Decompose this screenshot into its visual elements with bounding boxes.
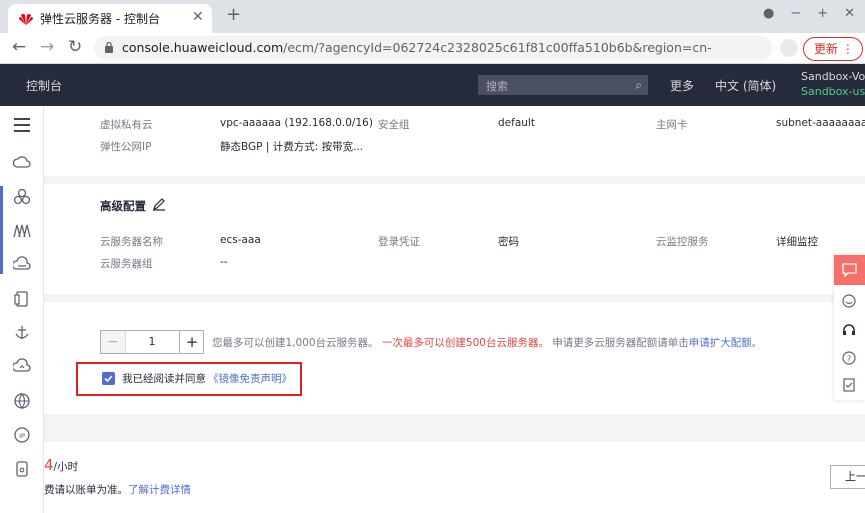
quantity-increase-button[interactable]: + (179, 331, 204, 353)
tab-search-icon[interactable]: ● (763, 6, 774, 21)
url-rest: /ecm/?agencyId=062724c2328025c61f81c00ff… (283, 40, 712, 55)
search-icon[interactable]: ⌕ (635, 78, 642, 93)
smile-icon[interactable] (842, 294, 856, 308)
reload-icon[interactable]: ↻ (68, 37, 82, 57)
eip-value: 静态BGP | 计费方式: 按带宽... (220, 141, 364, 153)
globe-icon[interactable] (13, 392, 31, 410)
console-home-link[interactable]: 控制台 (26, 77, 62, 94)
url-text: console.huaweicloud.com/ecm/?agencyId=06… (122, 40, 712, 55)
primary-nic-value: subnet-aaaaaaaaa (776, 117, 865, 129)
previous-step-button[interactable]: 上一 (830, 465, 865, 489)
agreement-highlight: 我已经阅读并同意 《镜像免责声明》 (76, 362, 302, 396)
advanced-config-card: 高级配置 云服务器名称 ecs-aaa 登录凭证 密码 云监控服务 详细监控 云… (44, 184, 865, 294)
agreement-checkbox[interactable] (102, 372, 115, 385)
security-group-value: default (498, 117, 535, 129)
cloud-monitor-value: 详细监控 (776, 236, 818, 248)
server-name-value: ecs-aaa (220, 234, 261, 246)
document-icon[interactable] (13, 290, 31, 308)
price-unit: /小时 (53, 461, 79, 473)
update-button[interactable]: 更新 ⋮ (803, 37, 863, 61)
quota-end-text: 。 (751, 337, 763, 349)
login-credential-value: 密码 (498, 236, 519, 248)
ip-icon[interactable]: IP (13, 426, 31, 444)
advanced-config-title: 高级配置 (100, 199, 146, 213)
price-value: 4 (44, 456, 54, 474)
tab-close-icon[interactable]: ✕ (192, 9, 204, 25)
console-search-input[interactable]: 搜索 ⌕ (478, 75, 648, 95)
browser-tab[interactable]: 弹性云服务器 - 控制台 ✕ (8, 4, 212, 33)
svg-text:IP: IP (19, 432, 25, 440)
svg-text:?: ? (847, 355, 851, 364)
quantity-input[interactable]: 1 (125, 331, 179, 353)
tab-title: 弹性云服务器 - 控制台 (40, 12, 160, 26)
server-group-value: -- (220, 256, 228, 268)
storage-cloud-icon[interactable] (13, 256, 31, 274)
price-display: 4/小时 (44, 456, 78, 474)
billing-details-link[interactable]: 了解计费详情 (128, 484, 191, 496)
vpc-value: vpc-aaaaaa (192.168.0.0/16) (220, 117, 373, 129)
cloud-backup-icon[interactable] (13, 358, 31, 376)
edit-icon[interactable] (152, 197, 166, 211)
cloud-service-icon[interactable] (13, 154, 31, 172)
previous-step-label: 上一 (845, 470, 865, 483)
device-icon[interactable] (13, 460, 31, 478)
minimize-icon[interactable]: − (790, 6, 801, 21)
primary-nic-label: 主网卡 (656, 119, 688, 131)
service-sidebar: IP (0, 106, 44, 513)
maximize-icon[interactable]: + (817, 6, 828, 21)
quota-increase-link[interactable]: 申请扩大配额 (689, 337, 752, 349)
console-header: 控制台 搜索 ⌕ 更多 中文 (简体) Sandbox-Voy Sandbox-… (0, 64, 865, 106)
cloud-monitor-label: 云监控服务 (656, 236, 709, 248)
main-content: 虚拟私有云 vpc-aaaaaa (192.168.0.0/16) 安全组 de… (44, 106, 865, 513)
menu-icon[interactable] (13, 116, 31, 134)
language-selector[interactable]: 中文 (简体) (715, 77, 776, 94)
quantity-stepper: − 1 + (100, 330, 204, 354)
quota-apply-text: 申请更多云服务器配额请单击 (552, 337, 689, 349)
quota-total-text: 您最多可以创建1,000台云服务器。 (212, 337, 379, 349)
update-button-label: 更新 (814, 42, 839, 56)
vpc-label: 虚拟私有云 (100, 119, 153, 131)
cluster-icon[interactable] (13, 188, 31, 206)
checklist-icon[interactable] (842, 378, 856, 392)
server-name-label: 云服务器名称 (100, 236, 163, 248)
address-bar[interactable]: console.huaweicloud.com/ecm/?agencyId=06… (94, 36, 855, 60)
window-controls: ● − + ✕ (763, 6, 855, 21)
price-note-text: 费请以账单为准。 (44, 484, 128, 496)
anchor-icon[interactable] (13, 324, 31, 342)
agreement-label[interactable]: 我已经阅读并同意 (122, 371, 206, 386)
user-name[interactable]: Sandbox-Voy (801, 70, 865, 83)
sidebar-active-indicator (0, 186, 3, 274)
help-icon[interactable]: ? (842, 351, 856, 365)
price-note: 费请以账单为准。了解计费详情 (44, 482, 191, 497)
profile-avatar-icon[interactable] (780, 39, 798, 57)
more-menu[interactable]: 更多 (670, 77, 694, 94)
floating-toolbar: ? (834, 255, 865, 400)
image-disclaimer-link[interactable]: 《镜像免责声明》 (208, 371, 292, 386)
price-footer: 4/小时 费请以账单为准。了解计费详情 上一 (44, 442, 865, 513)
user-subaccount[interactable]: Sandbox-use (801, 85, 865, 98)
back-icon[interactable]: ← (12, 37, 26, 57)
quota-batch-text: 一次最多可以创建500台云服务器。 (381, 337, 549, 349)
quantity-decrease-button[interactable]: − (101, 331, 126, 353)
eip-label: 弹性公网IP (100, 141, 152, 153)
feedback-button[interactable] (834, 255, 865, 285)
server-group-label: 云服务器组 (100, 258, 153, 270)
network-config-card: 虚拟私有云 vpc-aaaaaa (192.168.0.0/16) 安全组 de… (44, 106, 865, 176)
window-close-icon[interactable]: ✕ (844, 6, 855, 21)
support-headset-icon[interactable] (842, 323, 856, 337)
browser-toolbar: ← → ↻ console.huaweicloud.com/ecm/?agenc… (0, 33, 865, 64)
lock-icon (105, 41, 113, 53)
new-tab-icon[interactable]: + (226, 4, 241, 25)
search-placeholder: 搜索 (486, 80, 508, 93)
huawei-logo-icon (19, 14, 33, 25)
login-credential-label: 登录凭证 (378, 236, 420, 248)
forward-icon[interactable]: → (40, 37, 54, 57)
bare-metal-icon[interactable] (13, 222, 31, 240)
chat-icon (842, 263, 857, 277)
security-group-label: 安全组 (378, 119, 410, 131)
url-host: console.huaweicloud.com (122, 40, 284, 55)
quantity-card: − 1 + 您最多可以创建1,000台云服务器。 一次最多可以创建500台云服务… (44, 302, 865, 414)
browser-tabstrip: 弹性云服务器 - 控制台 ✕ + ● − + ✕ (0, 0, 865, 33)
quantity-hint: 您最多可以创建1,000台云服务器。 一次最多可以创建500台云服务器。 申请更… (212, 335, 762, 350)
